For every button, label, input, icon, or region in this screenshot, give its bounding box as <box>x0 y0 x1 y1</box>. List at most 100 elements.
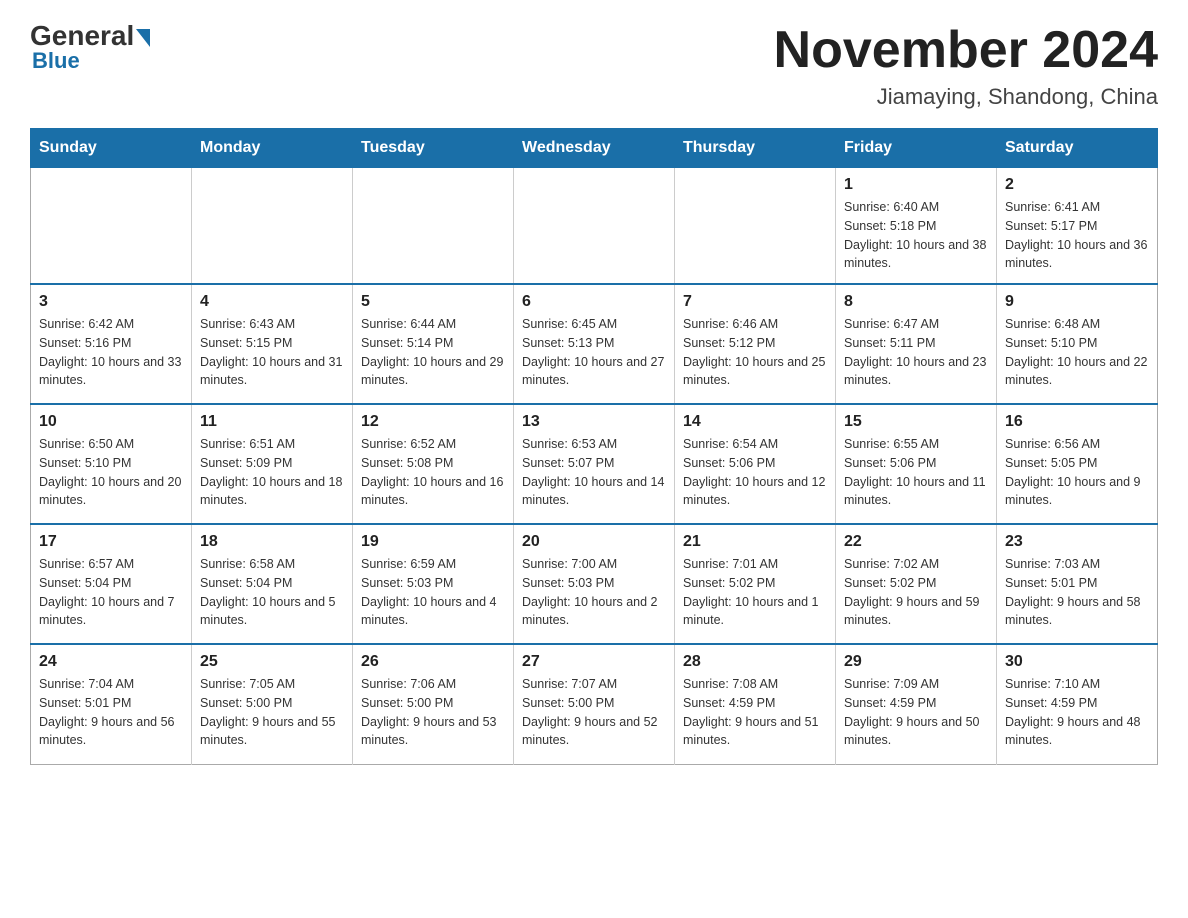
day-info: Sunrise: 7:02 AMSunset: 5:02 PMDaylight:… <box>844 555 988 630</box>
day-number: 20 <box>522 533 666 551</box>
day-info: Sunrise: 6:41 AMSunset: 5:17 PMDaylight:… <box>1005 198 1149 273</box>
calendar-cell <box>353 168 514 285</box>
day-info: Sunrise: 6:42 AMSunset: 5:16 PMDaylight:… <box>39 315 183 390</box>
day-number: 27 <box>522 653 666 671</box>
calendar-cell <box>192 168 353 285</box>
calendar-cell: 25 Sunrise: 7:05 AMSunset: 5:00 PMDayligh… <box>192 644 353 764</box>
day-info: Sunrise: 6:43 AMSunset: 5:15 PMDaylight:… <box>200 315 344 390</box>
logo-arrow-icon <box>136 29 150 47</box>
page-header: General Blue November 2024 Jiamaying, Sh… <box>30 20 1158 110</box>
day-number: 13 <box>522 413 666 431</box>
calendar-cell: 3 Sunrise: 6:42 AMSunset: 5:16 PMDaylight… <box>31 284 192 404</box>
day-number: 17 <box>39 533 183 551</box>
day-info: Sunrise: 7:10 AMSunset: 4:59 PMDaylight:… <box>1005 675 1149 750</box>
day-info: Sunrise: 6:50 AMSunset: 5:10 PMDaylight:… <box>39 435 183 510</box>
day-number: 22 <box>844 533 988 551</box>
day-info: Sunrise: 7:03 AMSunset: 5:01 PMDaylight:… <box>1005 555 1149 630</box>
title-area: November 2024 Jiamaying, Shandong, China <box>774 20 1158 110</box>
calendar-cell: 29Sunrise: 7:09 AMSunset: 4:59 PMDayligh… <box>836 644 997 764</box>
col-saturday: Saturday <box>997 129 1158 168</box>
day-info: Sunrise: 6:44 AMSunset: 5:14 PMDaylight:… <box>361 315 505 390</box>
day-info: Sunrise: 7:01 AMSunset: 5:02 PMDaylight:… <box>683 555 827 630</box>
calendar-cell: 10Sunrise: 6:50 AMSunset: 5:10 PMDayligh… <box>31 404 192 524</box>
calendar-cell: 15Sunrise: 6:55 AMSunset: 5:06 PMDayligh… <box>836 404 997 524</box>
day-number: 29 <box>844 653 988 671</box>
day-info: Sunrise: 6:51 AMSunset: 5:09 PMDaylight:… <box>200 435 344 510</box>
calendar-week-1: 1 Sunrise: 6:40 AMSunset: 5:18 PMDaylight… <box>31 168 1158 285</box>
day-number: 24 <box>39 653 183 671</box>
day-info: Sunrise: 7:00 AMSunset: 5:03 PMDaylight:… <box>522 555 666 630</box>
day-number: 14 <box>683 413 827 431</box>
day-info: Sunrise: 6:54 AMSunset: 5:06 PMDaylight:… <box>683 435 827 510</box>
logo-blue-text: Blue <box>32 48 80 74</box>
calendar-cell: 1 Sunrise: 6:40 AMSunset: 5:18 PMDaylight… <box>836 168 997 285</box>
calendar-cell: 4 Sunrise: 6:43 AMSunset: 5:15 PMDaylight… <box>192 284 353 404</box>
calendar-cell: 12 Sunrise: 6:52 AMSunset: 5:08 PMDayligh… <box>353 404 514 524</box>
day-info: Sunrise: 7:07 AMSunset: 5:00 PMDaylight:… <box>522 675 666 750</box>
day-info: Sunrise: 7:06 AMSunset: 5:00 PMDaylight:… <box>361 675 505 750</box>
col-wednesday: Wednesday <box>514 129 675 168</box>
day-number: 19 <box>361 533 505 551</box>
calendar-week-2: 3 Sunrise: 6:42 AMSunset: 5:16 PMDaylight… <box>31 284 1158 404</box>
col-monday: Monday <box>192 129 353 168</box>
calendar-cell: 2 Sunrise: 6:41 AMSunset: 5:17 PMDaylight… <box>997 168 1158 285</box>
col-tuesday: Tuesday <box>353 129 514 168</box>
day-info: Sunrise: 6:47 AMSunset: 5:11 PMDaylight:… <box>844 315 988 390</box>
day-number: 23 <box>1005 533 1149 551</box>
day-number: 8 <box>844 293 988 311</box>
calendar-cell: 26Sunrise: 7:06 AMSunset: 5:00 PMDayligh… <box>353 644 514 764</box>
calendar-cell: 24 Sunrise: 7:04 AMSunset: 5:01 PMDayligh… <box>31 644 192 764</box>
day-number: 11 <box>200 413 344 431</box>
calendar-cell: 14 Sunrise: 6:54 AMSunset: 5:06 PMDayligh… <box>675 404 836 524</box>
day-number: 25 <box>200 653 344 671</box>
calendar-cell: 16 Sunrise: 6:56 AMSunset: 5:05 PMDayligh… <box>997 404 1158 524</box>
calendar-header: Sunday Monday Tuesday Wednesday Thursday… <box>31 129 1158 168</box>
calendar-week-3: 10Sunrise: 6:50 AMSunset: 5:10 PMDayligh… <box>31 404 1158 524</box>
day-info: Sunrise: 6:59 AMSunset: 5:03 PMDaylight:… <box>361 555 505 630</box>
calendar-cell: 7Sunrise: 6:46 AMSunset: 5:12 PMDaylight… <box>675 284 836 404</box>
calendar-cell: 19 Sunrise: 6:59 AMSunset: 5:03 PMDayligh… <box>353 524 514 644</box>
day-number: 12 <box>361 413 505 431</box>
header-row: Sunday Monday Tuesday Wednesday Thursday… <box>31 129 1158 168</box>
day-number: 4 <box>200 293 344 311</box>
day-number: 7 <box>683 293 827 311</box>
calendar-cell: 18 Sunrise: 6:58 AMSunset: 5:04 PMDayligh… <box>192 524 353 644</box>
day-number: 16 <box>1005 413 1149 431</box>
calendar-cell: 17 Sunrise: 6:57 AMSunset: 5:04 PMDayligh… <box>31 524 192 644</box>
calendar-cell: 5 Sunrise: 6:44 AMSunset: 5:14 PMDaylight… <box>353 284 514 404</box>
day-number: 18 <box>200 533 344 551</box>
day-info: Sunrise: 6:53 AMSunset: 5:07 PMDaylight:… <box>522 435 666 510</box>
calendar-cell: 21 Sunrise: 7:01 AMSunset: 5:02 PMDayligh… <box>675 524 836 644</box>
calendar-cell: 13 Sunrise: 6:53 AMSunset: 5:07 PMDayligh… <box>514 404 675 524</box>
day-info: Sunrise: 7:05 AMSunset: 5:00 PMDaylight:… <box>200 675 344 750</box>
day-number: 3 <box>39 293 183 311</box>
calendar-cell: 9Sunrise: 6:48 AMSunset: 5:10 PMDaylight… <box>997 284 1158 404</box>
calendar-cell: 28Sunrise: 7:08 AMSunset: 4:59 PMDayligh… <box>675 644 836 764</box>
day-info: Sunrise: 6:55 AMSunset: 5:06 PMDaylight:… <box>844 435 988 510</box>
calendar-subtitle: Jiamaying, Shandong, China <box>774 84 1158 110</box>
day-info: Sunrise: 6:40 AMSunset: 5:18 PMDaylight:… <box>844 198 988 273</box>
day-number: 21 <box>683 533 827 551</box>
day-info: Sunrise: 7:04 AMSunset: 5:01 PMDaylight:… <box>39 675 183 750</box>
col-thursday: Thursday <box>675 129 836 168</box>
day-info: Sunrise: 6:58 AMSunset: 5:04 PMDaylight:… <box>200 555 344 630</box>
day-info: Sunrise: 6:57 AMSunset: 5:04 PMDaylight:… <box>39 555 183 630</box>
calendar-cell <box>31 168 192 285</box>
calendar-cell: 6Sunrise: 6:45 AMSunset: 5:13 PMDaylight… <box>514 284 675 404</box>
day-number: 9 <box>1005 293 1149 311</box>
calendar-cell: 22 Sunrise: 7:02 AMSunset: 5:02 PMDayligh… <box>836 524 997 644</box>
day-info: Sunrise: 6:45 AMSunset: 5:13 PMDaylight:… <box>522 315 666 390</box>
calendar-week-5: 24 Sunrise: 7:04 AMSunset: 5:01 PMDayligh… <box>31 644 1158 764</box>
calendar-cell <box>514 168 675 285</box>
col-sunday: Sunday <box>31 129 192 168</box>
day-number: 28 <box>683 653 827 671</box>
day-info: Sunrise: 6:52 AMSunset: 5:08 PMDaylight:… <box>361 435 505 510</box>
day-number: 1 <box>844 176 988 194</box>
day-number: 5 <box>361 293 505 311</box>
calendar-cell: 23 Sunrise: 7:03 AMSunset: 5:01 PMDayligh… <box>997 524 1158 644</box>
day-info: Sunrise: 6:56 AMSunset: 5:05 PMDaylight:… <box>1005 435 1149 510</box>
day-number: 30 <box>1005 653 1149 671</box>
calendar-cell: 8 Sunrise: 6:47 AMSunset: 5:11 PMDaylight… <box>836 284 997 404</box>
calendar-cell <box>675 168 836 285</box>
day-number: 2 <box>1005 176 1149 194</box>
